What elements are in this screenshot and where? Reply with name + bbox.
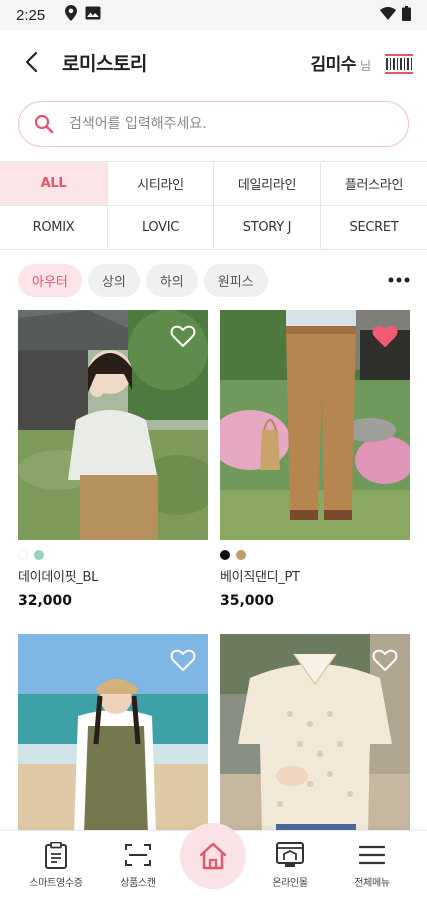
product-price: 35,000	[220, 593, 275, 609]
product-image	[18, 310, 208, 540]
nav-label: 전체메뉴	[354, 878, 390, 889]
location-icon	[65, 5, 78, 25]
product-price: 32,000	[18, 593, 73, 609]
product-image	[220, 634, 410, 834]
chip-bottom[interactable]: 하의	[145, 263, 198, 297]
brand-tab-all[interactable]: ALL	[0, 162, 108, 206]
wifi-icon	[380, 6, 396, 24]
receipt-icon	[42, 841, 70, 869]
nav-label: 온라인몰	[272, 878, 308, 889]
menu-icon	[358, 841, 386, 869]
scan-icon	[124, 841, 152, 869]
chip-outer[interactable]: 아우터	[18, 263, 82, 297]
product-image	[18, 634, 208, 834]
back-button[interactable]	[14, 45, 48, 79]
product-name: 데이데이핏_BL	[18, 570, 99, 585]
brand-tab-secret[interactable]: SECRET	[321, 206, 427, 250]
search-input[interactable]	[69, 116, 389, 132]
user-suffix: 님	[359, 58, 371, 73]
brand-tab-lovic[interactable]: LOVIC	[108, 206, 214, 250]
chevron-left-icon	[25, 51, 38, 73]
color-swatches	[220, 550, 410, 560]
color-swatch-mint	[34, 550, 44, 560]
nav-online-mall[interactable]: 온라인몰	[250, 841, 330, 889]
category-chips: 아우터 상의 하의 원피스	[18, 263, 418, 297]
product-name: 베이직댄디_PT	[220, 570, 300, 585]
chip-top[interactable]: 상의	[87, 263, 140, 297]
product-card[interactable]	[220, 634, 410, 834]
status-bar: 2:25	[0, 0, 427, 30]
more-horizontal-icon	[388, 277, 410, 283]
app-header: 로미스토리 김미수 님	[0, 30, 427, 94]
nav-all-menu[interactable]: 전체메뉴	[332, 841, 412, 889]
nav-label: 스마트영수증	[29, 878, 83, 889]
color-swatch-black	[220, 550, 230, 560]
brand-filter-grid: ALL 시티라인 데일리라인 플러스라인 ROMIX LOVIC STORY J…	[0, 161, 427, 250]
brand-tab-dailyline[interactable]: 데일리라인	[214, 162, 321, 206]
nav-product-scan[interactable]: 상품스캔	[98, 841, 178, 889]
page-title: 로미스토리	[62, 52, 147, 75]
heart-icon[interactable]	[170, 324, 196, 348]
bottom-navigation: 스마트영수증 상품스캔 온라인몰 전체메뉴	[0, 823, 427, 900]
product-card[interactable]: 데이데이핏_BL 32,000	[18, 310, 208, 609]
brand-tab-story-j[interactable]: STORY J	[214, 206, 321, 250]
status-time: 2:25	[16, 6, 46, 24]
product-card[interactable]	[18, 634, 208, 834]
chip-dress[interactable]: 원피스	[203, 263, 268, 297]
gallery-icon	[85, 6, 101, 24]
product-image	[220, 310, 410, 540]
battery-icon	[402, 5, 411, 25]
brand-tab-cityline[interactable]: 시티라인	[108, 162, 214, 206]
heart-icon[interactable]	[372, 324, 398, 348]
heart-icon[interactable]	[170, 648, 196, 672]
home-icon	[199, 842, 227, 870]
search-bar	[18, 101, 409, 147]
color-swatch-beige	[236, 550, 246, 560]
barcode-icon	[385, 53, 413, 74]
search-icon[interactable]	[33, 113, 55, 135]
heart-icon[interactable]	[372, 648, 398, 672]
color-swatches	[18, 550, 208, 560]
more-button[interactable]	[384, 265, 414, 295]
product-card[interactable]: 베이직댄디_PT 35,000	[220, 310, 410, 609]
nav-label: 상품스캔	[120, 878, 156, 889]
color-swatch-white	[18, 550, 28, 560]
user-name: 김미수	[310, 54, 357, 75]
barcode-button[interactable]	[385, 53, 413, 75]
brand-tab-plusline[interactable]: 플러스라인	[321, 162, 427, 206]
brand-tab-romix[interactable]: ROMIX	[0, 206, 108, 250]
nav-home-button[interactable]	[180, 823, 246, 889]
shop-icon	[276, 841, 304, 869]
nav-smart-receipt[interactable]: 스마트영수증	[16, 841, 96, 889]
